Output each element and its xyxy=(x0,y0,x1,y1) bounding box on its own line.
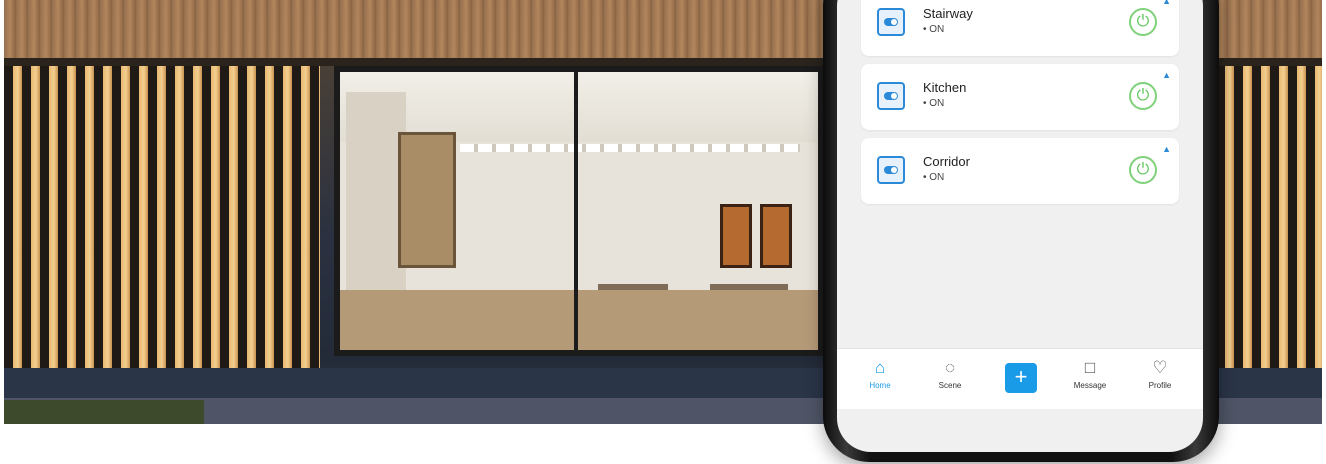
device-name: Stairway xyxy=(923,6,973,21)
switch-icon xyxy=(877,156,905,184)
device-name: Kitchen xyxy=(923,80,967,95)
switch-icon xyxy=(877,82,905,110)
power-button[interactable]: ⏻ xyxy=(1129,8,1157,36)
wall-frame xyxy=(720,204,752,268)
device-card-kitchen[interactable]: ▲ Kitchen • ON ⏻ xyxy=(861,64,1179,130)
tab-home-label: Home xyxy=(869,381,891,390)
wall-frame xyxy=(760,204,792,268)
tab-message-label: Message xyxy=(1073,381,1107,390)
tab-profile-label: Profile xyxy=(1148,381,1172,390)
message-icon: □ xyxy=(1084,358,1096,377)
wooden-slats-right xyxy=(1216,66,1322,368)
living-room-window xyxy=(334,66,824,356)
power-button[interactable]: ⏻ xyxy=(1129,156,1157,184)
switch-icon xyxy=(877,8,905,36)
app-screen: ▲ Stairway • ON ⏻ ▲ Kitchen • ON ⏻ ▲ Cor… xyxy=(837,0,1203,452)
tab-profile[interactable]: ♡ Profile xyxy=(1135,357,1185,390)
device-status: • ON xyxy=(923,24,945,35)
device-card-corridor[interactable]: ▲ Corridor • ON ⏻ xyxy=(861,138,1179,204)
profile-icon: ♡ xyxy=(1152,358,1168,377)
device-name: Corridor xyxy=(923,154,970,169)
scene-icon: ◌ xyxy=(944,358,956,377)
wifi-icon: ▲ xyxy=(1162,0,1171,6)
power-button[interactable]: ⏻ xyxy=(1129,82,1157,110)
device-status: • ON xyxy=(923,172,945,183)
smartphone-mockup: ▲ Stairway • ON ⏻ ▲ Kitchen • ON ⏻ ▲ Cor… xyxy=(823,0,1219,462)
wifi-icon: ▲ xyxy=(1162,70,1171,80)
tab-scene[interactable]: ◌ Scene xyxy=(925,357,975,390)
wifi-icon: ▲ xyxy=(1162,144,1171,154)
home-icon: ⌂ xyxy=(874,358,886,377)
tab-scene-label: Scene xyxy=(938,381,962,390)
tab-message[interactable]: □ Message xyxy=(1065,357,1115,390)
tab-home[interactable]: ⌂ Home xyxy=(855,357,905,390)
device-status: • ON xyxy=(923,98,945,109)
wooden-slats-left xyxy=(4,66,320,368)
add-device-button[interactable]: + xyxy=(1005,363,1037,393)
bottom-tab-bar: ⌂ Home ◌ Scene + □ Message ♡ Profile xyxy=(837,348,1203,409)
wall-art xyxy=(398,132,456,268)
device-card-stairway[interactable]: ▲ Stairway • ON ⏻ xyxy=(861,0,1179,56)
